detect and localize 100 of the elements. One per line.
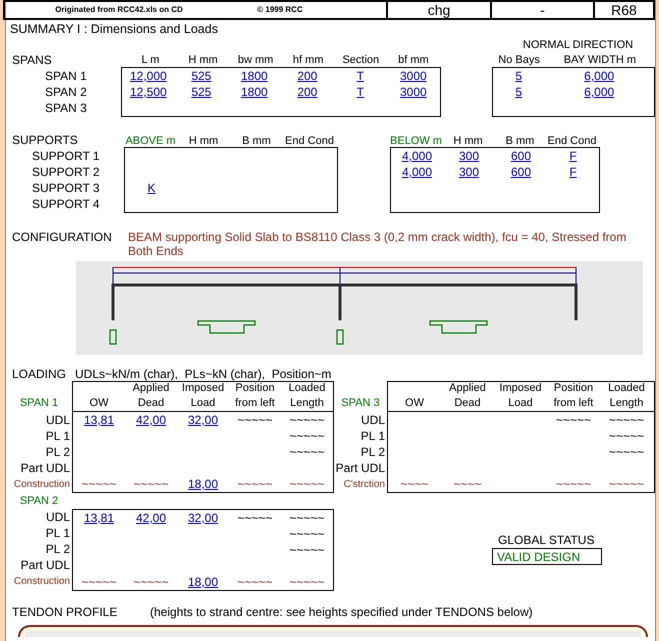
row-label: PL 2 [360, 444, 385, 461]
column-header: B mm [242, 134, 271, 147]
column-header: bf mm [398, 54, 429, 66]
section-title: SUMMARY I : Dimensions and Loads [10, 20, 218, 38]
fill-in-line[interactable]: ~~~~~ [237, 574, 273, 590]
value-link[interactable]: 42,00 [136, 411, 166, 429]
value-link[interactable]: 12,500 [130, 83, 167, 101]
column-header: NORMAL DIRECTION [522, 38, 634, 52]
value-link[interactable]: 1800 [240, 83, 268, 101]
value-link[interactable]: 5 [515, 67, 522, 85]
fill-in-line[interactable]: ~~~~~ [289, 542, 325, 558]
row-label: UDL [46, 412, 70, 429]
fill-in-line[interactable]: ~~~~~ [289, 412, 325, 428]
fill-in-line[interactable]: ~~~~ [453, 476, 482, 492]
row-label: SPANS [12, 52, 52, 66]
column-header: hf mm [292, 54, 324, 66]
value-link[interactable]: 32,00 [188, 509, 218, 527]
column-header: Position [554, 381, 594, 396]
column-header: No Bays [498, 54, 540, 66]
column-header: L m [141, 54, 160, 66]
value-link[interactable]: 525 [191, 83, 212, 101]
value-link[interactable]: T [356, 67, 364, 85]
value-link[interactable]: 32,00 [188, 411, 218, 429]
fill-in-line[interactable]: ~~~~~ [237, 476, 273, 492]
column-header: OW [90, 396, 108, 411]
column-header: Dead [138, 396, 164, 411]
row-label: Construction [14, 478, 70, 492]
fill-in-line[interactable]: ~~~~~ [556, 476, 592, 492]
value-link[interactable]: 5 [515, 83, 522, 101]
row-label: PL 1 [360, 428, 385, 445]
value-link[interactable]: 600 [510, 147, 532, 165]
row-label: Part UDL [20, 557, 70, 574]
column-header: Applied [449, 381, 486, 396]
value-link[interactable]: 13,81 [84, 509, 114, 527]
value-link[interactable]: 4,000 [402, 147, 432, 165]
fill-in-line[interactable]: ~~~~~ [289, 444, 325, 460]
row-label: PL 1 [46, 428, 70, 445]
column-header: H mm [188, 54, 218, 66]
column-header: Position [235, 381, 275, 396]
value-link[interactable]: 200 [297, 83, 318, 101]
value-link[interactable]: 600 [510, 163, 532, 181]
fill-in-line[interactable]: ~~~~~ [608, 412, 644, 428]
column-header: H mm [188, 134, 218, 147]
value-link[interactable]: 13,81 [84, 411, 114, 429]
fill-in-line[interactable]: ~~~~~ [81, 574, 117, 590]
fill-in-line[interactable]: ~~~~~ [289, 428, 325, 444]
column-header: H mm [453, 134, 483, 147]
column-header: Load [508, 396, 533, 411]
header-cell-text: chg [428, 0, 450, 20]
value-link[interactable]: 3000 [400, 83, 427, 101]
value-link[interactable]: 4,000 [402, 163, 432, 181]
column-header: Applied [132, 381, 170, 396]
fill-in-line[interactable]: ~~~~~ [608, 476, 644, 492]
fill-in-line[interactable]: ~~~~~ [237, 510, 273, 526]
value-link[interactable]: 12,000 [130, 67, 167, 85]
fill-in-line[interactable]: ~~~~~ [133, 574, 169, 590]
fill-in-line[interactable]: ~~~~ [400, 476, 429, 492]
fill-in-line[interactable]: ~~~~~ [237, 412, 273, 428]
fill-in-line[interactable]: ~~~~~ [289, 510, 325, 526]
fill-in-line[interactable]: ~~~~~ [81, 476, 117, 492]
fill-in-line[interactable]: ~~~~~ [289, 574, 325, 590]
column-header: from left [554, 396, 594, 411]
fill-in-line[interactable]: ~~~~~ [608, 428, 644, 444]
value-link[interactable]: 6,000 [584, 83, 614, 101]
row-label: PL 2 [46, 541, 70, 558]
fill-in-line[interactable]: ~~~~~ [289, 526, 325, 542]
value-link[interactable]: K [147, 179, 156, 197]
row-label: TENDON PROFILE [12, 605, 118, 619]
value-link[interactable]: 6,000 [584, 67, 614, 85]
column-header: ABOVE m [125, 134, 176, 147]
value-link[interactable]: T [356, 83, 364, 101]
value-link[interactable]: 300 [458, 147, 480, 165]
row-label: PL 2 [46, 444, 70, 461]
row-label: UDL [46, 509, 70, 526]
value-link[interactable]: 42,00 [136, 509, 166, 527]
span-label: SPAN 3 [341, 396, 380, 412]
column-header: BAY WIDTH m [564, 54, 636, 66]
value-link[interactable]: F [569, 163, 577, 181]
value-link[interactable]: 18,00 [188, 573, 218, 591]
value-link[interactable]: F [569, 147, 577, 165]
value-link[interactable]: 300 [458, 163, 480, 181]
value-link[interactable]: 1800 [240, 67, 268, 85]
column-header: Imposed [182, 381, 224, 396]
value-link[interactable]: 18,00 [188, 475, 218, 493]
fill-in-line[interactable]: ~~~~~ [608, 444, 644, 460]
configuration-text: BEAM supporting Solid Slab to BS8110 Class 3 (0,2 mm crack width), fcu = 40, Stressed from Both Ends [128, 230, 628, 258]
row-label: PL 1 [46, 525, 70, 542]
value-link[interactable]: 3000 [400, 67, 427, 85]
note-text: (heights to strand centre: see heights specified under TENDONS below) [150, 604, 533, 621]
column-header: B mm [506, 134, 534, 147]
fill-in-line[interactable]: ~~~~~ [133, 476, 169, 492]
row-label: Part UDL [20, 460, 70, 477]
fill-in-line[interactable]: ~~~~~ [556, 412, 592, 428]
units-note: UDLs~kN/m (char), PLs~kN (char), Position~m [75, 366, 332, 383]
column-header: Loaded [608, 381, 645, 396]
value-link[interactable]: 525 [191, 67, 212, 85]
row-label: UDL [360, 412, 385, 429]
fill-in-line[interactable]: ~~~~~ [289, 476, 325, 492]
row-label: SUPPORT 3 [32, 180, 100, 197]
value-link[interactable]: 200 [297, 67, 318, 85]
